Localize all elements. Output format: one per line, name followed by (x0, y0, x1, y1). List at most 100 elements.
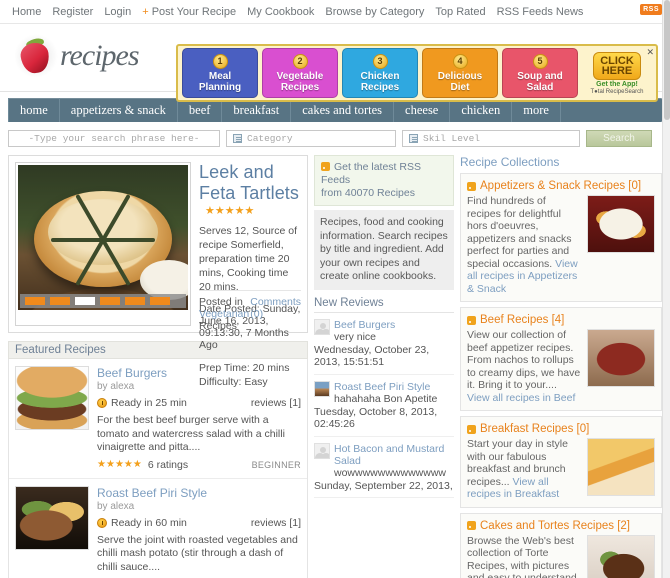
dropdown-icon (233, 134, 242, 143)
review-top: Hot Bacon and Mustard Salad wowwwwwwwwwww… (314, 442, 454, 479)
collection-view-all-link[interactable]: View all recipes in Beef (467, 392, 575, 404)
recipe-difficulty: Difficulty: Easy (199, 376, 268, 388)
avatar (314, 318, 330, 335)
ad-tile-number: 4 (452, 53, 468, 69)
topnav-item-login[interactable]: Login (104, 6, 131, 18)
collection-desc: View our collection of beef appetizer re… (467, 329, 581, 391)
recipe-collections-list: Appetizers & Snack Recipes [0] Find hundr… (460, 173, 662, 578)
skill-level-select[interactable]: Skil Level (402, 130, 580, 147)
posted-in-prefix: Posted in (199, 296, 243, 308)
rss-feeds-box[interactable]: Get the latest RSS Feeds from 40070 Reci… (314, 155, 454, 206)
featured-recipe-thumbnail[interactable] (15, 366, 89, 430)
gallery-thumb-5[interactable] (125, 297, 145, 305)
featured-recipe-ready: Ready in 25 min (97, 397, 187, 409)
featured-recipe-desc: Serve the joint with roasted vegetables … (97, 533, 298, 573)
topnav-item-my-cookbook[interactable]: My Cookbook (247, 6, 314, 18)
collection-title[interactable]: Beef Recipes [4] (467, 314, 655, 326)
review-item[interactable]: Roast Beef Piri Style hahahaha Bon Apetit… (314, 375, 454, 437)
topnav-item-rss-feeds-news[interactable]: RSS Feeds News (497, 6, 584, 18)
gallery-thumb-1[interactable] (25, 297, 45, 305)
rss-icon (467, 521, 476, 530)
page-root: Home Register Login Post Your Recipe My Cook… (0, 0, 670, 578)
ad-tile-2[interactable]: 2 Vegetable Recipes (262, 48, 338, 98)
ad-cta[interactable]: CLICK HERE Get the App! T●tal RecipeSear… (582, 48, 652, 98)
ad-tile-1[interactable]: 1 Meal Planning (182, 48, 258, 98)
featured-recipe-body: Roast Beef Piri Style by alexa Ready in 60… (97, 486, 301, 578)
collection-title-label: Cakes and Tortes Recipes [2] (480, 519, 631, 532)
recipe-collections-heading: Recipe Collections (460, 155, 560, 169)
collection-title[interactable]: Breakfast Recipes [0] (467, 423, 655, 435)
ad-banner[interactable]: 1 Meal Planning 2 Vegetable Recipes 3 Chicken Re… (176, 44, 658, 102)
review-recipe-link[interactable]: Hot Bacon and Mustard Salad (334, 443, 454, 467)
scrollbar-thumb[interactable] (664, 0, 670, 120)
featured-recipe-item[interactable]: Roast Beef Piri Style by alexa Ready in 60… (9, 479, 307, 578)
posted-in-suffix: Recipes (199, 320, 237, 332)
skill-level-label: Skil Level (423, 133, 481, 144)
rss-icon (467, 181, 476, 191)
collection-title[interactable]: Appetizers & Snack Recipes [0] (467, 180, 655, 192)
ad-tile-line1: Delicious (437, 70, 483, 82)
recipe-info: Leek and Feta Tartlets ★★★★★ Serves 12, … (199, 162, 301, 388)
posted-in: Posted in Vegetarian Recipes (199, 296, 250, 332)
close-icon[interactable]: ✕ (646, 47, 654, 58)
posted-in-category-link[interactable]: Vegetarian (199, 308, 249, 320)
nav-item-home[interactable]: home (8, 98, 60, 122)
rss-line2: from 40070 Recipes (321, 187, 415, 199)
review-item[interactable]: Hot Bacon and Mustard Salad wowwwwwwwwwww… (314, 437, 454, 498)
collection-item[interactable]: Beef Recipes [4] View our collection of b… (460, 307, 662, 411)
right-column: Recipe Collections Appetizers & Snack Re… (460, 155, 662, 578)
clock-icon (97, 517, 107, 528)
featured-recipe-desc: For the best beef burger serve with a to… (97, 414, 285, 453)
ad-cta-line2: HERE (601, 64, 633, 77)
collection-title-label: Appetizers & Snack Recipes [0] (480, 180, 642, 192)
collection-body: Start your day in style with our fabulou… (467, 438, 655, 501)
collection-body: View our collection of beef appetizer re… (467, 329, 655, 404)
featured-recipe-ready-label: Ready in 25 min (111, 397, 187, 409)
collection-item[interactable]: Appetizers & Snack Recipes [0] Find hundr… (460, 173, 662, 302)
recipe-photo-frame[interactable] (15, 162, 191, 326)
review-recipe-link[interactable]: Roast Beef Piri Style (334, 381, 437, 393)
page-scrollbar[interactable] (662, 0, 670, 578)
gallery-thumb-2[interactable] (50, 297, 70, 305)
site-logo[interactable]: recipes (14, 34, 140, 78)
collection-item[interactable]: Cakes and Tortes Recipes [2] Browse the W… (460, 512, 662, 578)
ad-tile-3[interactable]: 3 Chicken Recipes (342, 48, 418, 98)
review-text: wowwwwwwwwwwwww (334, 466, 446, 479)
topnav-item-register[interactable]: Register (52, 6, 93, 18)
gallery-thumb-6[interactable] (150, 297, 170, 305)
ad-tile-number: 1 (212, 53, 228, 69)
comments-link[interactable]: Comments (0) (250, 296, 301, 332)
featured-recipe-title[interactable]: Roast Beef Piri Style (97, 486, 301, 500)
review-item[interactable]: Beef Burgers very nice Wednesday, October … (314, 313, 454, 375)
collection-item[interactable]: Breakfast Recipes [0] Start your day in s… (460, 416, 662, 508)
clock-icon (97, 398, 107, 408)
ad-tiles: 1 Meal Planning 2 Vegetable Recipes 3 Chicken Re… (182, 48, 578, 98)
topnav-item-post-your-recipe[interactable]: Post Your Recipe (142, 6, 236, 18)
search-button[interactable]: Search (586, 130, 652, 147)
featured-recipe-rating: ★★★★★ 6 ratings (97, 459, 188, 471)
gallery-thumb-4[interactable] (100, 297, 120, 305)
topnav-item-top-rated[interactable]: Top Rated (435, 6, 485, 18)
nav-item-appetizers-snack[interactable]: appetizers & snack (60, 98, 178, 122)
ad-tile-4[interactable]: 4 Delicious Diet (422, 48, 498, 98)
featured-recipe-reviews[interactable]: reviews [1] (251, 397, 301, 409)
review-recipe-link[interactable]: Beef Burgers (334, 319, 395, 331)
ad-tile-5[interactable]: 5 Soup and Salad (502, 48, 578, 98)
collection-title[interactable]: Cakes and Tortes Recipes [2] (467, 520, 655, 532)
recipe-photo (18, 165, 188, 310)
review-text: very nice (334, 330, 377, 343)
topnav-item-home[interactable]: Home (12, 6, 41, 18)
rss-icon (467, 424, 476, 434)
ad-tile-line2: Salad (526, 81, 554, 93)
gallery-thumb-3[interactable] (75, 297, 95, 305)
category-select[interactable]: Category (226, 130, 396, 147)
rss-line1: Get the latest RSS Feeds (321, 161, 421, 186)
topnav-item-browse-by-category[interactable]: Browse by Category (325, 6, 424, 18)
gallery-pagination[interactable] (20, 294, 186, 308)
search-input[interactable]: -Type your search phrase here- (8, 130, 220, 147)
rss-badge[interactable]: RSS (640, 4, 662, 15)
collection-image (587, 329, 655, 387)
featured-recipe-thumbnail[interactable] (15, 485, 89, 550)
featured-recipe-reviews[interactable]: reviews [1] (251, 517, 301, 529)
featured-recipe-row: Ready in 25 min reviews [1] (97, 397, 301, 409)
